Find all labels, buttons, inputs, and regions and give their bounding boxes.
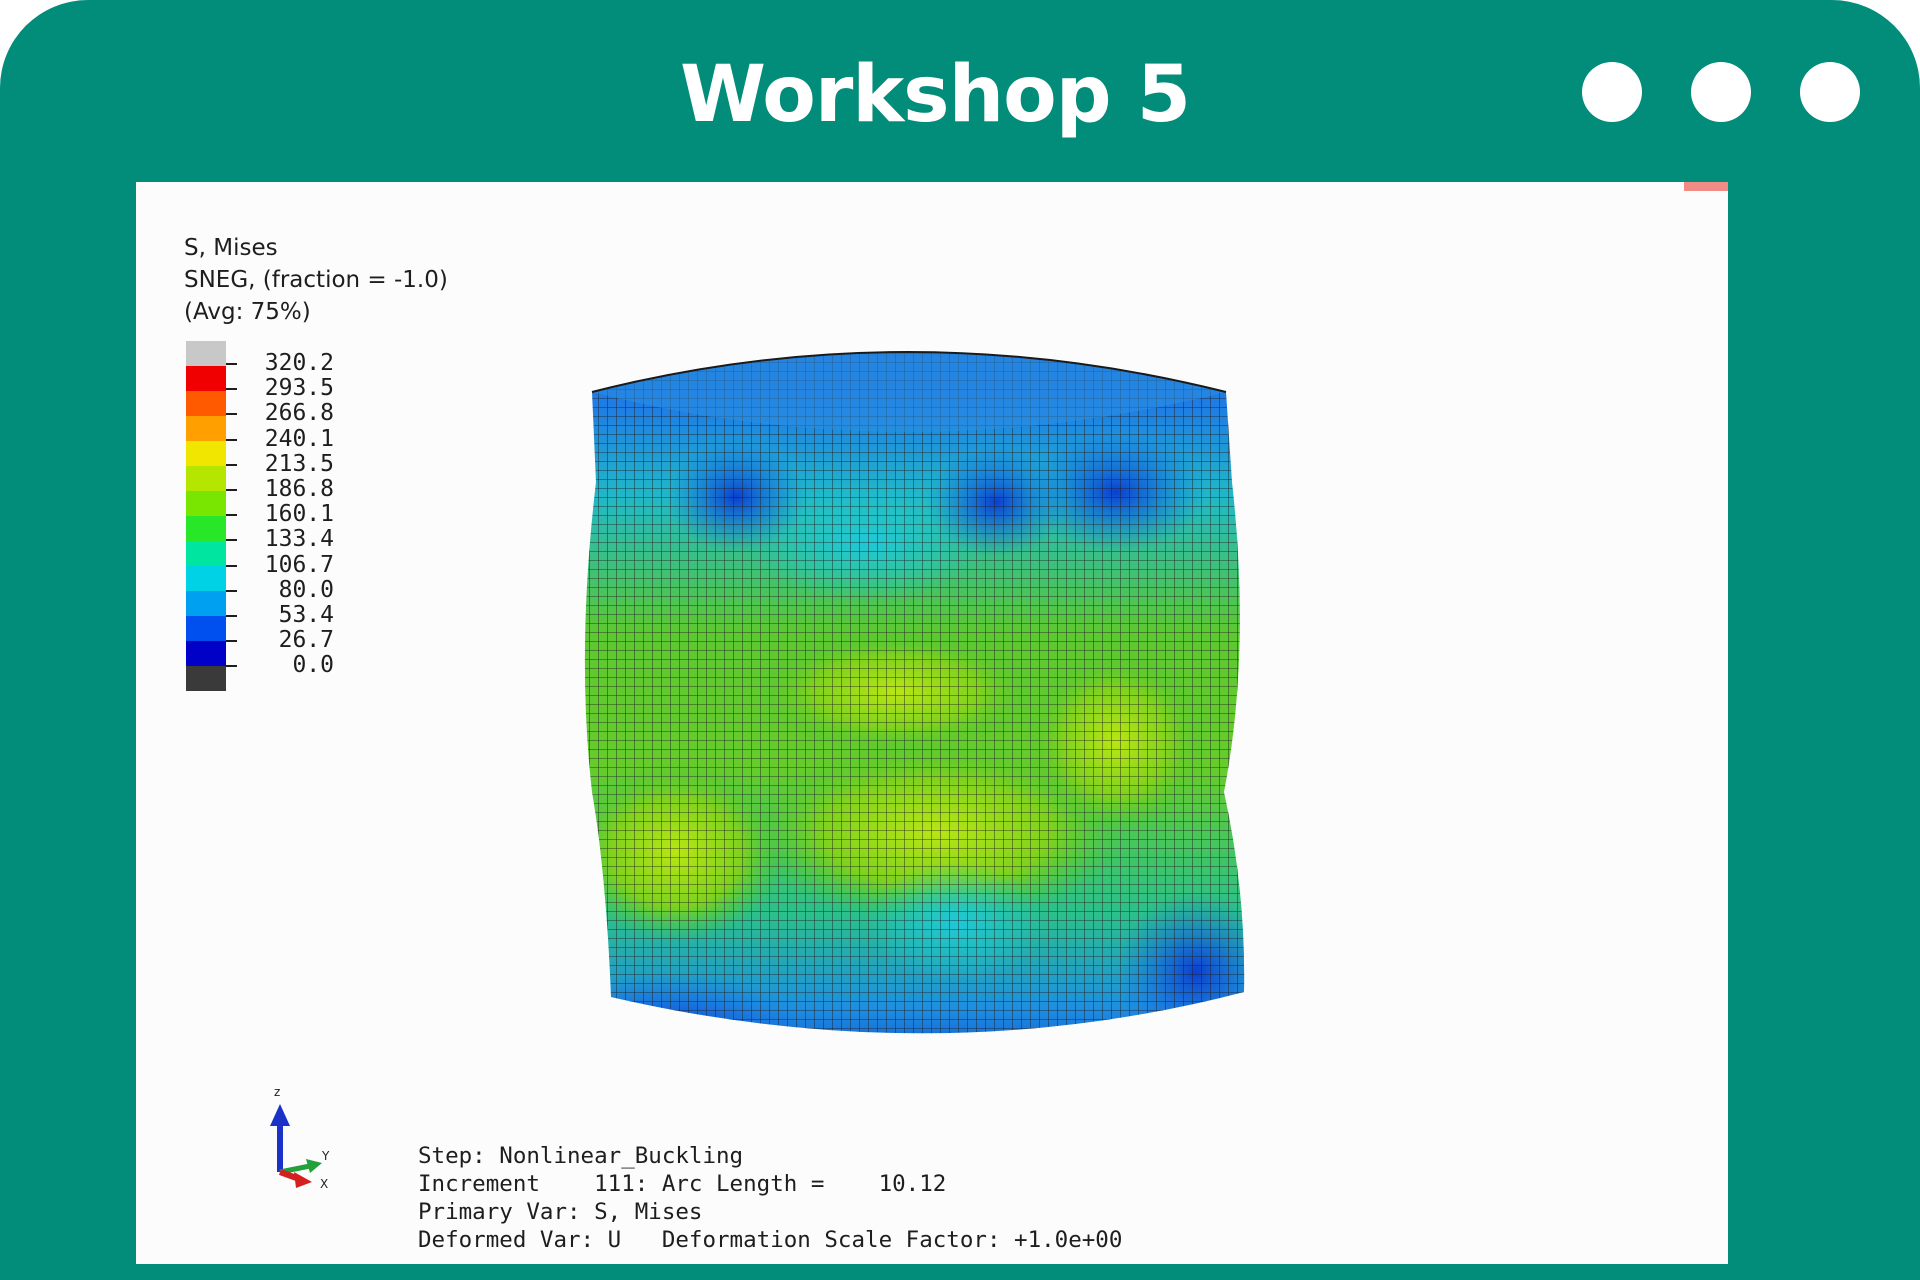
legend-tick-label: 240.1 <box>264 425 334 452</box>
legend-tick-label: 106.7 <box>264 551 334 578</box>
legend-averaging: (Avg: 75%) <box>184 299 311 325</box>
legend-swatch <box>186 616 226 641</box>
legend-swatch <box>186 391 226 416</box>
triad-y-label: Y <box>321 1149 330 1163</box>
window-control-dot-1[interactable] <box>1582 62 1642 122</box>
triad-z-label: z <box>274 1085 280 1099</box>
triad-x-label: X <box>320 1177 328 1191</box>
legend-color-bar <box>186 341 226 691</box>
legend-tick-label: 266.8 <box>264 400 334 427</box>
legend-tick-label: 133.4 <box>264 526 334 553</box>
legend-tick-label: 0.0 <box>292 652 334 679</box>
legend-tick-label: 320.2 <box>264 350 334 376</box>
increment-info: Increment 111: Arc Length = 10.12 <box>418 1171 947 1197</box>
deformed-var: Deformed Var: U Deformation Scale Factor… <box>418 1227 1123 1253</box>
viewport-corner-marker <box>1684 182 1728 191</box>
legend-swatch <box>186 566 226 591</box>
legend-swatch <box>186 491 226 516</box>
deformed-cylinder-model[interactable] <box>436 272 1256 1072</box>
legend-tick-label: 26.7 <box>278 627 334 654</box>
step-name: Step: Nonlinear_Buckling <box>418 1143 744 1169</box>
legend-swatch <box>186 641 226 666</box>
window-control-dot-3[interactable] <box>1800 62 1860 122</box>
legend-header: S, Mises SNEG, (fraction = -1.0) (Avg: 75%… <box>184 232 448 328</box>
legend-variable: S, Mises <box>184 235 278 261</box>
legend-swatch <box>186 441 226 466</box>
legend-section-point: SNEG, (fraction = -1.0) <box>184 267 448 293</box>
legend-swatch <box>186 466 226 491</box>
legend-swatch <box>186 416 226 441</box>
legend-tick-label: 80.0 <box>278 576 334 603</box>
primary-var: Primary Var: S, Mises <box>418 1199 703 1225</box>
legend-swatch <box>186 341 226 366</box>
legend-swatch <box>186 666 226 691</box>
axis-triad: z Y X <box>270 1085 330 1191</box>
legend-tick-label: 160.1 <box>264 501 334 528</box>
legend-swatch <box>186 541 226 566</box>
legend-tick-label: 213.5 <box>264 450 334 477</box>
legend-swatch <box>186 366 226 391</box>
legend-tick-label: 53.4 <box>278 601 334 628</box>
window-control-dot-2[interactable] <box>1691 62 1751 122</box>
viewport[interactable]: S, Mises SNEG, (fraction = -1.0) (Avg: 75%… <box>136 182 1728 1264</box>
legend-swatch <box>186 591 226 616</box>
legend-tick-label: 293.5 <box>264 375 334 402</box>
legend-tick-label: 186.8 <box>264 475 334 502</box>
step-info: Step: Nonlinear_Buckling Increment 111: A… <box>418 1142 1122 1254</box>
app-window: Workshop 5 S, Mises SNEG, (fraction = -1.… <box>0 0 1920 1280</box>
legend-swatch <box>186 516 226 541</box>
